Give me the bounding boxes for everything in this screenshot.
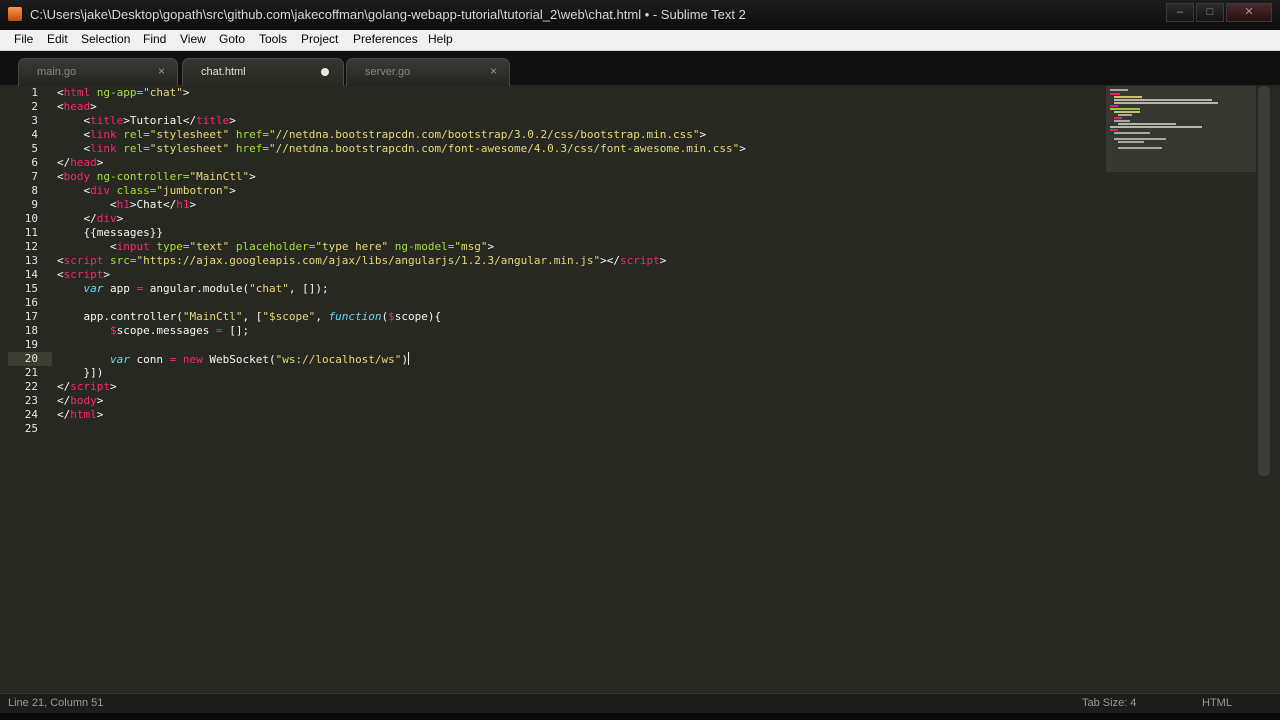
code-line: <h1>Chat</h1>	[57, 198, 197, 211]
line-number: 15	[24, 282, 38, 295]
code-line: <link rel="stylesheet" href="//netdna.bo…	[57, 128, 707, 141]
close-button[interactable]: ✕	[1226, 3, 1272, 22]
code-line: <input type="text" placeholder="type her…	[57, 240, 495, 253]
line-number: 21	[24, 366, 38, 379]
text-caret	[408, 352, 410, 365]
indentation-status[interactable]: Tab Size: 4	[1082, 697, 1136, 709]
line-number: 24	[24, 408, 38, 421]
window-title: C:\Users\jake\Desktop\gopath\src\github.…	[30, 7, 746, 22]
cursor-position-status: Line 21, Column 51	[8, 697, 104, 709]
code-line: </head>	[57, 156, 104, 169]
code-line: <script src="https://ajax.googleapis.com…	[57, 254, 667, 267]
line-number: 23	[24, 394, 38, 407]
window-controls: – □ ✕	[1164, 3, 1272, 23]
line-number: 2	[31, 100, 38, 113]
code-line: </div>	[57, 212, 124, 225]
menu-edit[interactable]: Edit	[43, 32, 72, 46]
menu-tools[interactable]: Tools	[255, 32, 291, 46]
tab-chat-html[interactable]: chat.html	[182, 58, 344, 86]
line-number: 10	[24, 212, 38, 225]
line-number-gutter: 1 2 3 4 5 6 7 8 9 10 11 12 13 14 15 16 1…	[0, 86, 52, 693]
code-line: }])	[57, 366, 104, 379]
tab-main-go[interactable]: main.go ×	[18, 58, 178, 86]
minimap[interactable]	[1106, 86, 1256, 172]
line-number: 5	[31, 142, 38, 155]
line-number: 11	[24, 226, 38, 239]
menu-preferences[interactable]: Preferences	[349, 32, 422, 46]
unsaved-dot-icon[interactable]	[321, 68, 329, 76]
tab-label: server.go	[365, 66, 411, 78]
line-number: 7	[31, 170, 38, 183]
menu-find[interactable]: Find	[139, 32, 170, 46]
code-line: $scope.messages = [];	[109, 324, 250, 337]
tab-bar: main.go × chat.html server.go ×	[0, 51, 1280, 87]
code-line: app.controller("MainCtl", ["$scope", fun…	[57, 310, 442, 323]
menu-bar: File Edit Selection Find View Goto Tools…	[0, 30, 1280, 51]
code-line: <head>	[57, 100, 97, 113]
minimize-button[interactable]: –	[1166, 3, 1194, 22]
line-number: 4	[31, 128, 38, 141]
line-number: 19	[24, 338, 38, 351]
syntax-status[interactable]: HTML	[1202, 697, 1232, 709]
line-number: 14	[24, 268, 38, 281]
code-line: <script>	[57, 268, 110, 281]
menu-selection[interactable]: Selection	[77, 32, 134, 46]
menu-help[interactable]: Help	[424, 32, 457, 46]
line-number: 16	[24, 296, 38, 309]
window-bottom-edge	[0, 713, 1280, 720]
code-line-current: var conn = new WebSocket("ws://localhost…	[109, 352, 410, 366]
tab-label: chat.html	[201, 66, 246, 78]
menu-goto[interactable]: Goto	[215, 32, 249, 46]
code-area[interactable]: <html ng-app="chat"> <head> <title>Tutor…	[57, 86, 746, 422]
menu-view[interactable]: View	[176, 32, 210, 46]
code-line: </body>	[57, 394, 104, 407]
line-number: 25	[24, 422, 38, 435]
line-number: 17	[24, 310, 38, 323]
code-line: <html ng-app="chat">	[57, 86, 190, 99]
title-bar: C:\Users\jake\Desktop\gopath\src\github.…	[0, 0, 1280, 30]
menu-project[interactable]: Project	[297, 32, 342, 46]
code-line: var app = angular.module("chat", []);	[83, 282, 329, 295]
line-number: 13	[24, 254, 38, 267]
tab-label: main.go	[37, 66, 77, 78]
line-number: 6	[31, 156, 38, 169]
line-number: 3	[31, 114, 38, 127]
close-tab-icon[interactable]: ×	[158, 64, 165, 78]
line-number: 8	[31, 184, 38, 197]
code-line: {{messages}}	[57, 226, 163, 239]
editor-pane[interactable]: 1 2 3 4 5 6 7 8 9 10 11 12 13 14 15 16 1…	[0, 86, 1280, 693]
code-line: <title>Tutorial</title>	[57, 114, 236, 127]
tab-server-go[interactable]: server.go ×	[346, 58, 510, 86]
close-tab-icon[interactable]: ×	[490, 64, 497, 78]
line-number: 22	[24, 380, 38, 393]
code-line: <div class="jumbotron">	[57, 184, 236, 197]
sublime-app-icon	[8, 7, 22, 21]
code-line: </script>	[57, 380, 117, 393]
code-line: </html>	[57, 408, 104, 421]
vertical-scrollbar-thumb[interactable]	[1258, 86, 1270, 476]
line-number: 1	[31, 86, 38, 99]
line-number: 9	[31, 198, 38, 211]
line-number: 18	[24, 324, 38, 337]
status-bar: Line 21, Column 51 Tab Size: 4 HTML	[0, 693, 1280, 714]
maximize-button[interactable]: □	[1196, 3, 1224, 22]
menu-file[interactable]: File	[10, 32, 37, 46]
code-line: <link rel="stylesheet" href="//netdna.bo…	[57, 142, 746, 155]
code-line: <body ng-controller="MainCtl">	[57, 170, 256, 183]
line-number: 12	[24, 240, 38, 253]
line-number: 20	[24, 352, 38, 365]
